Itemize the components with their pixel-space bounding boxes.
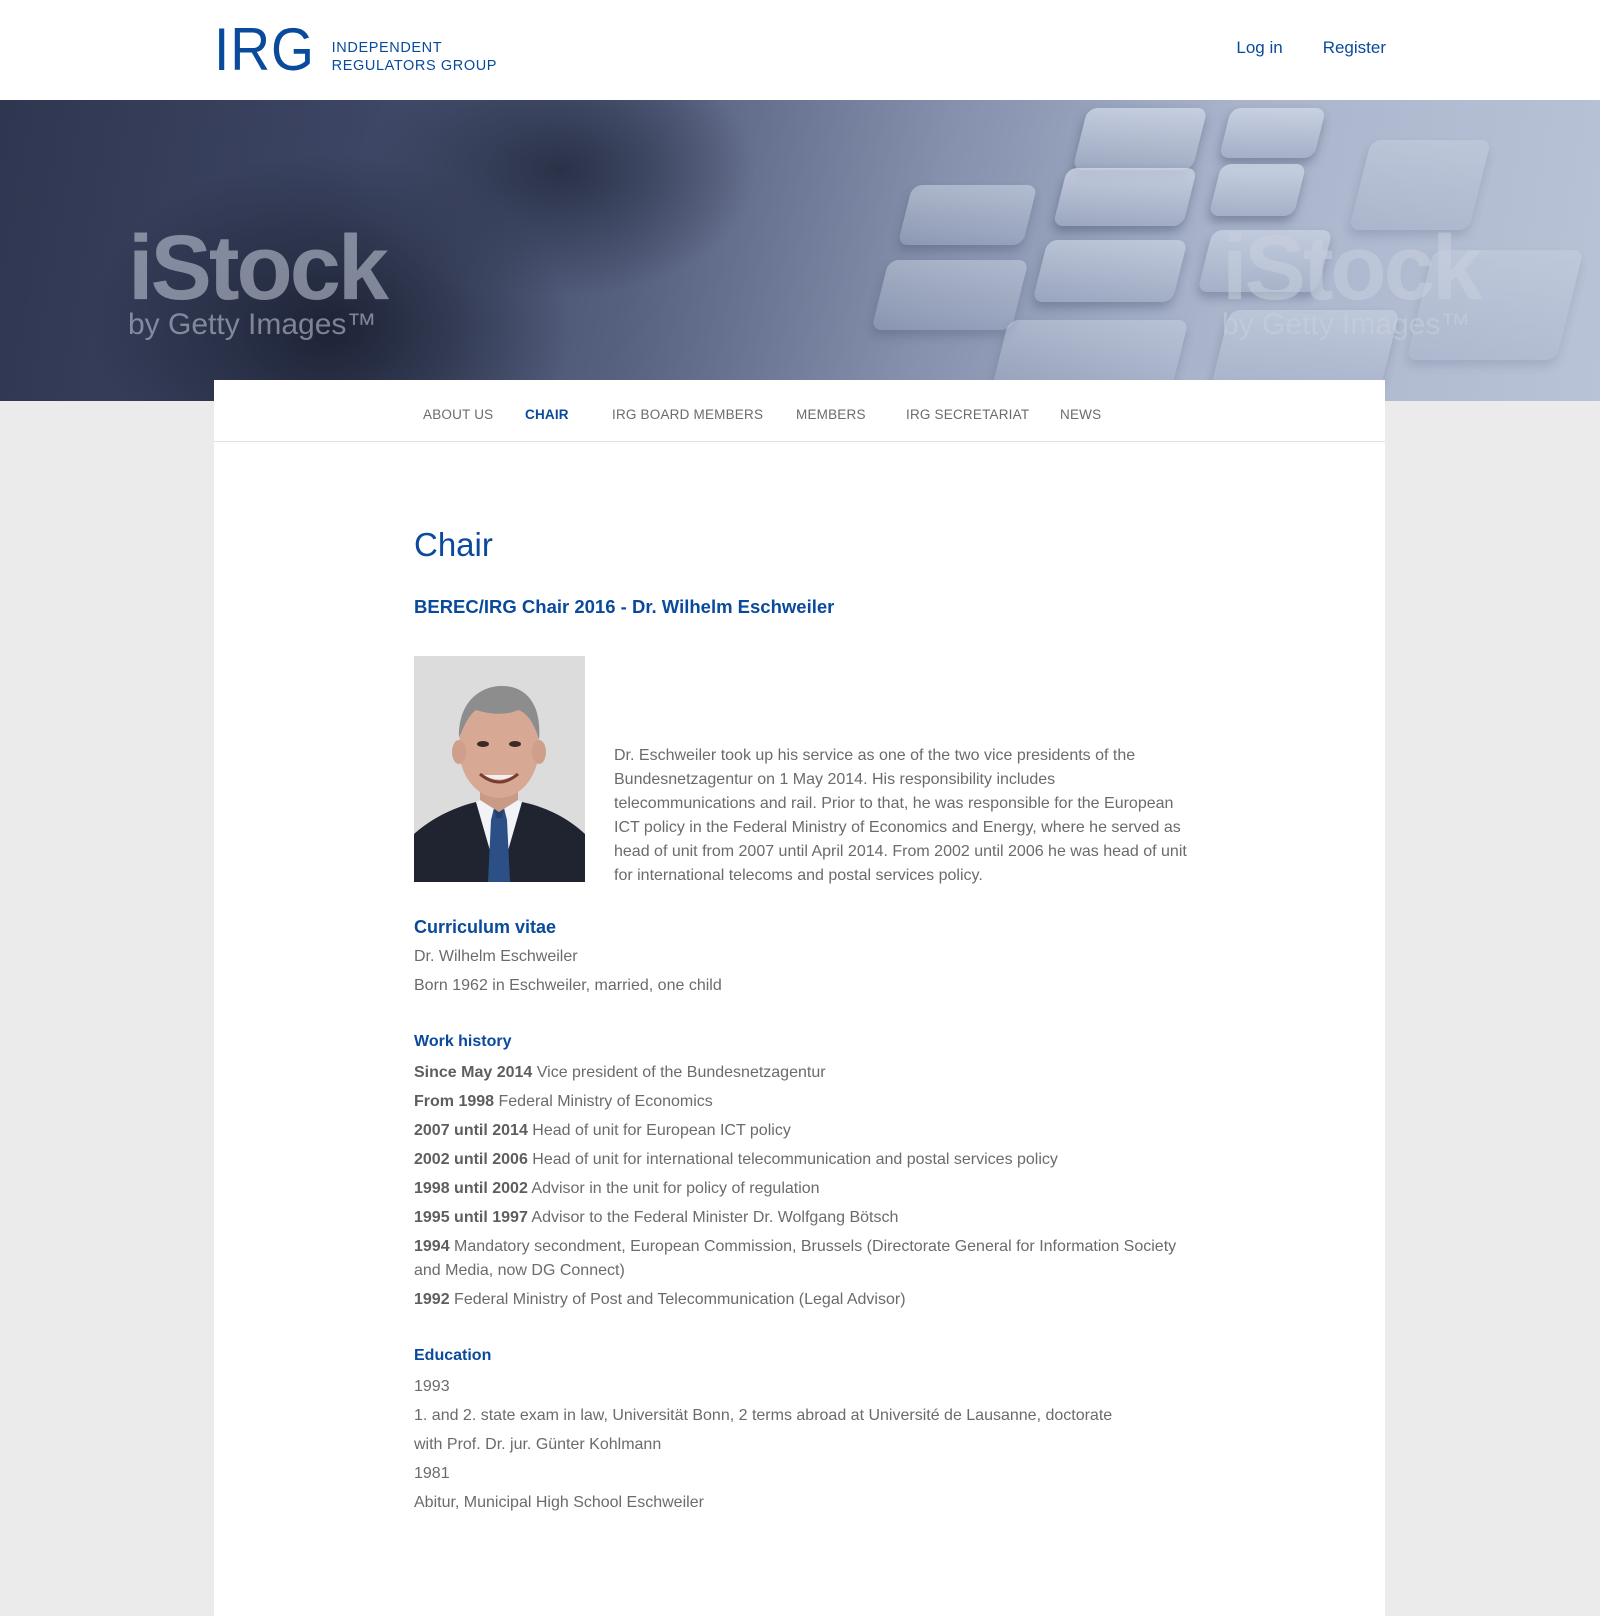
chair-subtitle: BEREC/IRG Chair 2016 - Dr. Wilhelm Eschw… [414, 596, 835, 617]
work-history-item: 1994 Mandatory secondment, European Comm… [414, 1235, 1194, 1283]
work-history-item: 1998 until 2002 Advisor in the unit for … [414, 1177, 1194, 1201]
work-description: Advisor to the Federal Minister Dr. Wolf… [531, 1209, 899, 1226]
watermark-tagline: by Getty Images™ [128, 308, 377, 341]
keyboard-key [1032, 240, 1188, 302]
register-link[interactable]: Register [1323, 38, 1386, 58]
watermark-tagline: by Getty Images™ [1222, 308, 1471, 341]
education-item: 1. and 2. state exam in law, Universität… [414, 1407, 1113, 1424]
cv-heading: Curriculum vitae [414, 917, 557, 937]
education-item-continued: with Prof. Dr. jur. Günter Kohlmann [414, 1436, 662, 1453]
work-history-item: 2002 until 2006 Head of unit for interna… [414, 1148, 1194, 1172]
nav-item-secretariat[interactable]: IRG Secretariat [906, 407, 1029, 422]
keyboard-key [1052, 168, 1198, 226]
auth-links: Log in Register [1236, 38, 1386, 58]
hero-banner-image: iStock by Getty Images™ iStock by Getty … [0, 100, 1600, 401]
nav-item-members[interactable]: Members [796, 407, 866, 422]
main-nav: About us Chair IRG Board Members Members… [214, 380, 1385, 442]
work-period: 1992 [414, 1291, 450, 1308]
page: IRG Independent Regulators Group Log in … [0, 0, 1600, 1616]
work-history-item: 1992 Federal Ministry of Post and Teleco… [414, 1288, 1194, 1312]
work-history-heading: Work history [414, 1033, 512, 1050]
site-header: IRG Independent Regulators Group Log in … [0, 0, 1600, 100]
keyboard-key [1072, 108, 1208, 170]
work-history-item: 1995 until 1997 Advisor to the Federal M… [414, 1206, 1194, 1230]
logo-wordmark: Independent Regulators Group [332, 39, 497, 75]
work-period: 1994 [414, 1238, 450, 1255]
work-description: Federal Ministry of Post and Telecommuni… [454, 1291, 906, 1308]
watermark-brand: iStock [128, 217, 389, 319]
keyboard-key [897, 185, 1038, 245]
logo-line-1: Independent [331, 40, 443, 56]
nav-item-chair[interactable]: Chair [525, 407, 569, 422]
page-title: Chair [414, 526, 493, 563]
work-period: Since May 2014 [414, 1064, 533, 1081]
education-item: Abitur, Municipal High School Eschweiler [414, 1494, 704, 1511]
logo-mark: IRG [214, 16, 315, 83]
work-period: 1995 until 1997 [414, 1209, 528, 1226]
work-period: 2007 until 2014 [414, 1122, 528, 1139]
education-heading: Education [414, 1347, 492, 1364]
work-description: Advisor in the unit for policy of regula… [531, 1180, 820, 1197]
login-link[interactable]: Log in [1236, 38, 1282, 58]
work-period: 1998 until 2002 [414, 1180, 528, 1197]
stock-watermark-right: iStock by Getty Images™ [1222, 217, 1483, 342]
keyboard-key [1208, 164, 1307, 216]
work-description: Head of unit for European ICT policy [532, 1122, 791, 1139]
nav-item-board-members[interactable]: IRG Board Members [612, 407, 763, 422]
stock-watermark-left: iStock by Getty Images™ [128, 217, 389, 342]
work-history-item: 2007 until 2014 Head of unit for Europea… [414, 1119, 1194, 1143]
work-period: From 1998 [414, 1093, 495, 1110]
keyboard-key [1218, 108, 1327, 158]
work-description: Vice president of the Bundesnetzagentur [536, 1064, 826, 1081]
work-description: Mandatory secondment, European Commissio… [414, 1238, 1177, 1279]
content-card: About us Chair IRG Board Members Members… [214, 380, 1385, 1616]
keyboard-key [871, 260, 1029, 330]
irg-logo[interactable]: IRG Independent Regulators Group [214, 16, 497, 83]
chair-portrait-photo [414, 656, 585, 882]
portrait-illustration [414, 656, 585, 882]
logo-line-2: Regulators Group [331, 58, 498, 74]
nav-item-news[interactable]: News [1060, 407, 1101, 422]
work-history-item: From 1998 Federal Ministry of Economics [414, 1090, 1194, 1114]
education-year: 1993 [414, 1378, 450, 1395]
work-description: Federal Ministry of Economics [498, 1093, 713, 1110]
cv-name: Dr. Wilhelm Eschweiler [414, 948, 578, 965]
work-description: Head of unit for international telecommu… [532, 1151, 1058, 1168]
chair-biography: Dr. Eschweiler took up his service as on… [614, 747, 1187, 884]
work-history-item: Since May 2014 Vice president of the Bun… [414, 1061, 1194, 1085]
cv-born: Born 1962 in Eschweiler, married, one ch… [414, 977, 722, 994]
nav-item-about-us[interactable]: About us [423, 407, 493, 422]
education-year: 1981 [414, 1465, 450, 1482]
work-period: 2002 until 2006 [414, 1151, 528, 1168]
watermark-brand: iStock [1222, 217, 1483, 319]
